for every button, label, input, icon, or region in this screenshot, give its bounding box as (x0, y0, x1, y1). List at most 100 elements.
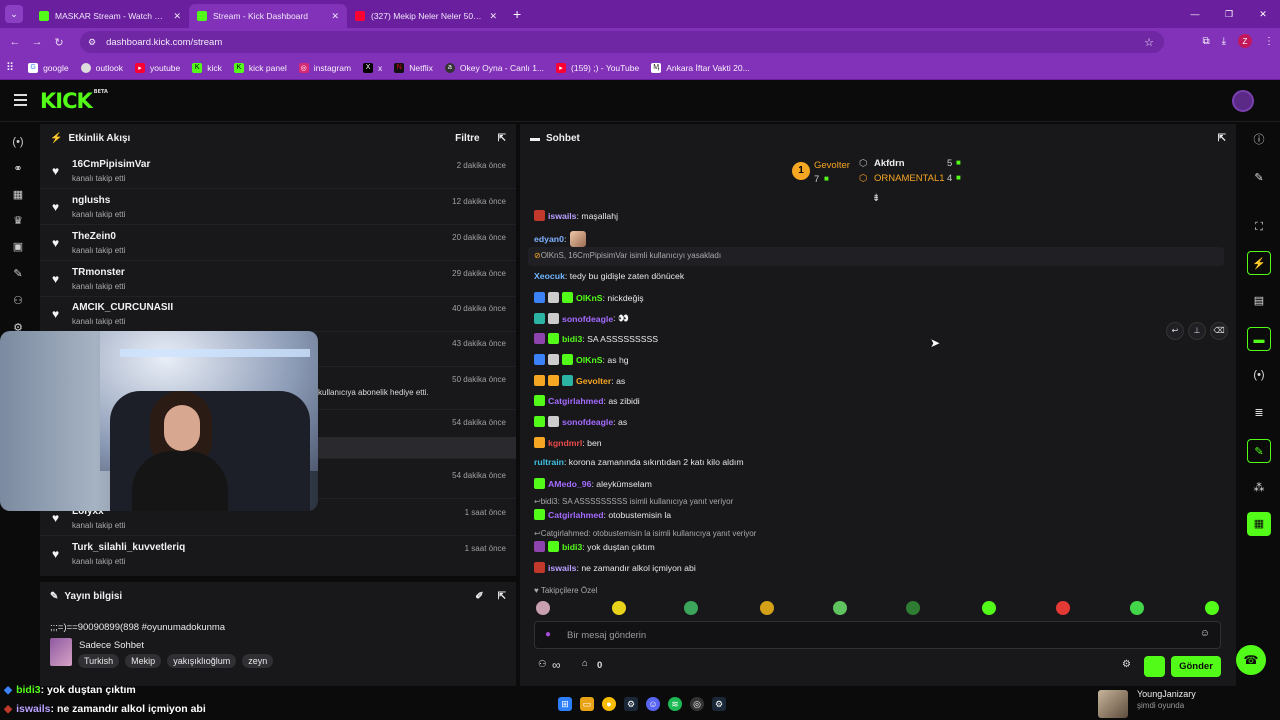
emote-icon[interactable] (1205, 601, 1219, 615)
activity-row[interactable]: ♥ TRmonster kanalı takip etti 29 dakika önc… (40, 262, 516, 297)
chat-message[interactable]: Catgirlahmed: otobustemisin la (534, 509, 671, 520)
bank-icon[interactable]: ⌂ (582, 658, 588, 669)
chat-message[interactable]: OlKnS: nickdeğiş (534, 292, 644, 303)
leader-first-name[interactable]: Gevolter (814, 160, 850, 171)
bookmark-iftar[interactable]: Ӎ Ankara İftar Vakti 20... (651, 62, 750, 73)
chat-username[interactable]: sonofdeagle (562, 314, 613, 324)
close-icon[interactable]: ✕ (489, 11, 497, 22)
app-launcher-icon[interactable]: ▦ (1247, 512, 1271, 536)
popout-icon[interactable]: ⇱ (498, 133, 506, 144)
bookmark-google[interactable]: Ggoogle (28, 62, 69, 73)
chat-system-message[interactable]: ↩ Catgirlahmed: otobustemisin la isimli … (534, 529, 756, 538)
activity-row[interactable]: ♥ 16CmPipisimVar kanalı takip etti 2 dakika… (40, 154, 516, 189)
chat-username[interactable]: bidi3 (562, 542, 582, 552)
site-info-icon[interactable]: ⚙ (88, 37, 96, 48)
discord-icon[interactable]: ☺ (646, 697, 660, 711)
bookmark-kick[interactable]: Kkick (192, 62, 222, 73)
menu-icon[interactable] (14, 94, 27, 109)
file-explorer-icon[interactable]: ▭ (580, 697, 594, 711)
bookmark-star-icon[interactable]: ☆ (1144, 36, 1154, 49)
activity-row[interactable]: ♥ Turk_silahli_kuvvetleriq kanalı takip et… (40, 537, 516, 572)
share-icon[interactable]: ⁂ (1247, 476, 1271, 500)
apps-icon[interactable]: ⠿ (6, 61, 14, 74)
send-button[interactable]: Gönder (1171, 656, 1221, 677)
bookmark-x[interactable]: Xx (363, 62, 382, 73)
chat-message[interactable]: iswails: maşallahj (534, 210, 618, 221)
chat-message[interactable]: Xeocuk: tedy bu gidişle zaten dönücek (534, 271, 684, 281)
activity-row[interactable]: ♥ TheZein0 kanalı takip etti 20 dakika önce (40, 226, 516, 261)
chat-message[interactable]: kgndmrl: ben (534, 437, 602, 448)
bookmark-kick-panel[interactable]: Kkick panel (233, 62, 287, 73)
steam-icon[interactable]: ⚙ (712, 697, 726, 711)
bookmark-instagram[interactable]: ◎ instagram (298, 62, 351, 73)
chat-message[interactable]: Gevolter: as (534, 375, 625, 386)
windows-start-icon[interactable]: ⊞ (558, 697, 572, 711)
popout-icon[interactable]: ⇱ (1218, 133, 1226, 144)
emote-icon[interactable] (612, 601, 626, 615)
obs-icon[interactable]: ◎ (690, 697, 704, 711)
trophy-icon[interactable]: ♛ (11, 214, 25, 227)
chat-message[interactable]: AMedo_96: aleykümselam (534, 478, 652, 489)
broadcast-icon[interactable]: (•) (1247, 363, 1271, 387)
wrench-icon[interactable]: ✎ (11, 267, 25, 280)
forward-icon[interactable]: → (26, 36, 48, 48)
chat-username[interactable]: edyan0 (534, 234, 564, 244)
chat-username[interactable]: kgndmrl (548, 438, 582, 448)
emote-icon[interactable] (684, 601, 698, 615)
chat-message[interactable]: Catgirlahmed: as zibidi (534, 395, 640, 406)
kick-logo[interactable]: KICK BETA (40, 89, 108, 113)
bookmark-youtube-2[interactable]: ▸ (159) ;) - YouTube (556, 62, 639, 73)
profile-avatar[interactable]: Z (1238, 34, 1252, 48)
leader-second-name[interactable]: Akfdrn (874, 158, 905, 169)
close-icon[interactable]: ✕ (173, 11, 181, 22)
stack-icon[interactable]: ≣ (1247, 401, 1271, 425)
users-icon[interactable]: ⚇ (11, 294, 25, 307)
bookmark-outlook[interactable]: outlook (80, 62, 123, 73)
emote-icon[interactable] (536, 601, 550, 615)
analytics-icon[interactable]: ▦ (11, 188, 25, 201)
user-avatar[interactable] (1232, 90, 1254, 112)
maximize-icon[interactable]: ❐ (1212, 9, 1246, 20)
emote-icon[interactable] (1056, 601, 1070, 615)
emote-icon[interactable] (906, 601, 920, 615)
chat-username[interactable]: iswails (548, 211, 577, 221)
notes-icon[interactable]: ▤ (1247, 289, 1271, 313)
microphone-icon[interactable]: ● (545, 629, 551, 640)
chat-message-list[interactable]: iswails: maşallahj edyan0: ⊘ OlKnS, 16CmPi… (520, 200, 1236, 580)
new-tab-icon[interactable]: + (513, 6, 521, 22)
chat-username[interactable]: Xeocuk (534, 271, 565, 281)
chat-settings-icon[interactable]: ⚙ (1122, 659, 1131, 670)
screenshot-icon[interactable]: ⛶ (1247, 215, 1271, 239)
tab-maskar[interactable]: MASKAR Stream - Watch Live o ✕ (31, 4, 189, 28)
delete-icon[interactable]: ⌫ (1210, 322, 1228, 340)
chat-message[interactable]: sonofdeagle: as (534, 416, 627, 427)
chat-system-message[interactable]: ↩ bidi3: SA ASSSSSSSSS isimli kullanıcıy… (534, 497, 733, 506)
video-icon[interactable]: ▣ (11, 240, 25, 253)
chat-message-input[interactable] (567, 626, 1167, 644)
chat-message[interactable]: bidi3: yok duştan çıktım (534, 541, 655, 552)
emote-icon[interactable] (1130, 601, 1144, 615)
chat-message[interactable]: rultrain: korona zamanında sıkıntıdan 2 … (534, 457, 744, 467)
steam-icon[interactable]: ⚙ (624, 697, 638, 711)
now-playing-widget[interactable]: YoungJanizary şimdi oyunda (1098, 688, 1280, 720)
chat-icon[interactable]: ▬ (1247, 327, 1271, 351)
activity-row[interactable]: ♥ AMCIK_CURCUNASII kanalı takip etti 40 dak… (40, 297, 516, 332)
bookmark-okey[interactable]: a Okey Oyna - Canlı 1... (444, 62, 544, 73)
chat-message[interactable]: bidi3: SA ASSSSSSSSS (534, 333, 658, 344)
emote-icon[interactable] (833, 601, 847, 615)
tools-icon[interactable]: ✎ (1247, 439, 1271, 463)
chat-message[interactable]: sonofdeagle: 👀 (534, 313, 629, 324)
quick-actions-icon[interactable]: ⚡ (1247, 251, 1271, 275)
bookmark-netflix[interactable]: N Netflix (394, 62, 433, 73)
edit-icon[interactable]: ✎ (1247, 166, 1271, 190)
minimize-icon[interactable]: — (1178, 9, 1212, 19)
close-icon[interactable]: ✕ (331, 11, 339, 22)
stream-icon[interactable]: (•) (11, 136, 25, 148)
pin-icon[interactable]: ⊥ (1188, 322, 1206, 340)
close-window-icon[interactable]: ✕ (1246, 9, 1280, 20)
chrome-icon[interactable]: ● (602, 697, 616, 711)
chat-username[interactable]: AMedo_96 (548, 479, 591, 489)
chat-message[interactable]: edyan0: (534, 231, 587, 247)
leader-third-name[interactable]: ORNAMENTAL1 (874, 173, 945, 184)
chat-system-message[interactable]: ⊘ OlKnS, 16CmPipisimVar isimli kullanıcı… (534, 251, 721, 260)
